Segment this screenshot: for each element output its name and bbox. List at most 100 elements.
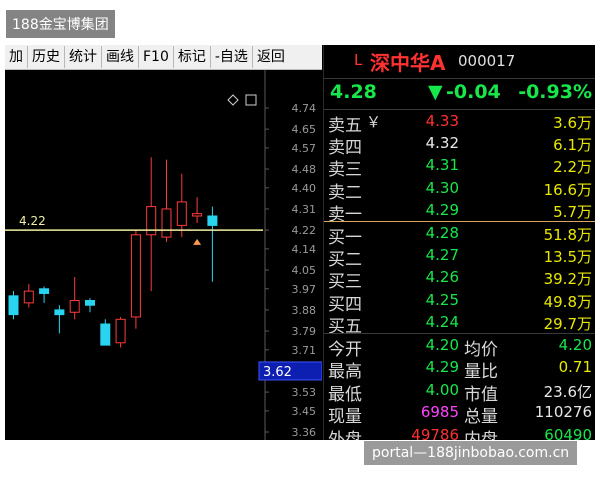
reference-price-label: 4.22	[19, 214, 46, 228]
trading-terminal: 加历史 统计 画线 F10 标记 -自选 返回 4.74 4.65 4.57 4.48 4.40 4.…	[5, 45, 595, 440]
bid-price: 4.25	[425, 290, 459, 309]
divider	[324, 333, 595, 334]
stat-value: 4.29	[425, 358, 459, 377]
toolbar-button[interactable]: F10	[139, 46, 174, 68]
toolbar-button[interactable]: 标记	[174, 46, 211, 68]
stat-value: 23.6亿	[543, 382, 592, 401]
ask-price: 4.29	[425, 200, 459, 219]
candle-body	[54, 309, 65, 316]
ask-price: 4.30	[425, 178, 459, 197]
price-axis-label: 4.48	[292, 163, 317, 176]
ask-volume: 5.7万	[553, 202, 592, 221]
ask-price: 4.31	[425, 156, 459, 175]
bid-row[interactable]: 买三 4.26 39.2万	[324, 267, 595, 292]
candle[interactable]	[8, 291, 19, 320]
bid-row[interactable]: 买二 4.27 13.5万	[324, 245, 595, 270]
price-axis-label: 3.79	[292, 325, 317, 338]
stat-value: 49786	[411, 425, 459, 440]
ask-row[interactable]: 卖五 ￥ 4.33 3.6万	[324, 111, 595, 136]
watermark-bottom: portal—188jinbobao.com.cn	[364, 441, 578, 465]
divider	[324, 78, 595, 79]
price-axis-label: 4.22	[292, 224, 317, 237]
cursor-price-label: 3.62	[263, 365, 292, 380]
ask-row[interactable]: 卖二 4.30 16.6万	[324, 178, 595, 203]
toolbar-button[interactable]: 加	[5, 46, 28, 68]
candle-body	[8, 295, 19, 316]
stats-row: 外盘 49786 内盘 60490	[324, 425, 595, 440]
trade-marker-icon	[193, 238, 202, 245]
ask-row[interactable]: 卖一 4.29 5.7万	[324, 200, 595, 225]
candlestick-chart[interactable]: 4.74 4.65 4.57 4.48 4.40 4.31 4.22 4.14 4.05 3.97…	[5, 70, 322, 440]
divider	[324, 109, 595, 110]
bid-row[interactable]: 买一 4.28 51.8万	[324, 223, 595, 248]
price-axis-label: 4.57	[292, 142, 317, 155]
stat-value: 6985	[420, 403, 459, 422]
toolbar-button[interactable]: 返回	[253, 46, 289, 68]
price-axis-label: 4.40	[292, 182, 317, 195]
candle[interactable]	[54, 305, 65, 334]
stat-label: 最高	[328, 362, 362, 383]
candle[interactable]	[39, 286, 50, 303]
stats-row: 今开 4.20 均价 4.20	[324, 335, 595, 360]
candle[interactable]	[192, 197, 203, 224]
watermark-top: 188金宝博集团	[6, 10, 115, 38]
candle-body	[39, 288, 50, 294]
stat-label: 现量	[328, 407, 362, 428]
candle-body	[69, 300, 80, 313]
toolbar-button[interactable]: 画线	[102, 46, 139, 68]
price-axis-label: 4.14	[292, 243, 317, 256]
price-axis-label: 4.05	[292, 264, 317, 277]
market-prefix: L	[354, 51, 363, 69]
candle[interactable]	[23, 284, 34, 308]
candle[interactable]	[176, 173, 187, 238]
candle[interactable]	[69, 277, 80, 320]
candle[interactable]	[146, 157, 157, 292]
candle[interactable]	[115, 316, 126, 348]
candle[interactable]	[100, 319, 111, 346]
bid-row[interactable]: 买四 4.25 49.8万	[324, 290, 595, 315]
last-price: 4.28	[330, 81, 377, 103]
ask-volume: 3.6万	[553, 114, 592, 132]
candle[interactable]	[207, 206, 218, 282]
diamond-icon[interactable]	[227, 94, 239, 106]
bid-row[interactable]: 买五 4.24 29.7万	[324, 312, 595, 337]
candle-body	[207, 215, 218, 226]
window-square-icon[interactable]	[245, 94, 257, 106]
stat-value: 60490	[544, 425, 592, 440]
stock-name[interactable]: 深中华A	[370, 47, 445, 76]
stat-label: 总量	[464, 407, 498, 428]
bid-price: 4.28	[425, 224, 459, 242]
stat-value: 0.71	[558, 358, 592, 377]
toolbar-button[interactable]: -自选	[211, 46, 253, 68]
candle[interactable]	[130, 230, 141, 329]
stat-label: 均价	[464, 340, 498, 360]
quote-panel: L 深中华A 000017 4.28 ▼ -0.04 -0.93% 卖五 ￥ 4.3…	[323, 45, 595, 440]
bid-price: 4.27	[425, 246, 459, 265]
ask-volume: 6.1万	[553, 136, 592, 155]
stat-value: 4.20	[425, 336, 459, 354]
price-change: -0.04	[446, 81, 501, 103]
candle[interactable]	[85, 298, 95, 313]
bid-volume: 51.8万	[543, 226, 592, 244]
bid-volume: 13.5万	[543, 248, 592, 267]
price-axis-label: 3.88	[292, 304, 317, 317]
candle-body	[115, 318, 126, 344]
stat-value: 110276	[534, 403, 592, 422]
price-axis-label: 4.31	[292, 203, 317, 216]
candle-body	[192, 213, 203, 217]
bid-ask-divider	[324, 221, 595, 222]
price-axis: 4.74 4.65 4.57 4.48 4.40 4.31 4.22 4.14 4.05 3.97…	[292, 102, 317, 439]
ask-row[interactable]: 卖三 4.31 2.2万	[324, 155, 595, 180]
bid-volume: 49.8万	[543, 292, 592, 311]
candle-body	[100, 323, 111, 346]
toolbar-button[interactable]: 历史	[28, 46, 65, 68]
ask-price: 4.33	[425, 112, 459, 130]
stat-label: 市值	[464, 384, 498, 405]
ask-row[interactable]: 卖四 4.32 6.1万	[324, 133, 595, 158]
price-axis-label: 3.97	[292, 283, 317, 296]
candle-body	[23, 290, 34, 304]
price-axis-label: 4.65	[292, 123, 317, 136]
price-change-pct: -0.93%	[518, 81, 592, 103]
ask-volume: 16.6万	[543, 180, 592, 199]
toolbar-button[interactable]: 统计	[65, 46, 102, 68]
